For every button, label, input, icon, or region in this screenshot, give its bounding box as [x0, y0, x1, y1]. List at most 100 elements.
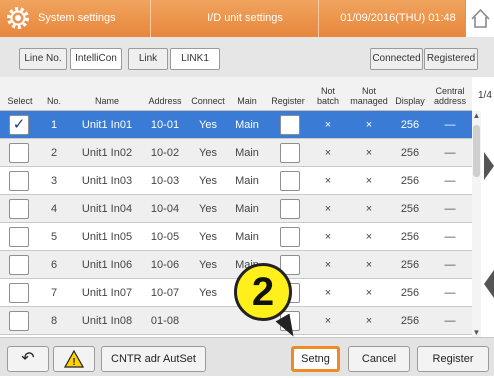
setng-button[interactable]: Setng: [291, 346, 340, 372]
gear-icon[interactable]: [6, 6, 30, 30]
scroll-up-icon[interactable]: ▲: [472, 111, 481, 120]
row-not-batch: ×: [324, 119, 332, 131]
header-not-batch-line2: batch: [316, 96, 340, 106]
row-name: Unit1 In03: [81, 175, 133, 187]
row-central-address: —: [444, 231, 456, 243]
cntr-adr-autset-button[interactable]: CNTR adr AutSet: [101, 346, 206, 372]
row-display: 256: [400, 287, 420, 299]
home-icon: [471, 8, 490, 28]
row-address: 10-02: [150, 147, 180, 159]
table-row[interactable]: 6 Unit1 In06 10-06 Yes Main × × 256 —: [0, 251, 472, 279]
warning-button[interactable]: !: [53, 346, 95, 372]
row-not-managed: ×: [365, 203, 373, 215]
select-checkbox[interactable]: [9, 227, 29, 247]
register-checkbox[interactable]: [280, 143, 300, 163]
row-address: 10-06: [150, 259, 180, 271]
table-row[interactable]: 3 Unit1 In03 10-03 Yes Main × × 256 —: [0, 167, 472, 195]
row-not-batch: ×: [324, 203, 332, 215]
title-bar: System settings I/D unit settings 01/09/…: [0, 0, 494, 37]
table-row[interactable]: 2 Unit1 In02 10-02 Yes Main × × 256 —: [0, 139, 472, 167]
row-not-batch: ×: [324, 287, 332, 299]
row-no: 2: [50, 147, 58, 159]
line-no-select[interactable]: IntelliCon: [70, 48, 122, 70]
cancel-button[interactable]: Cancel: [348, 346, 410, 372]
register-checkbox[interactable]: [280, 115, 300, 135]
row-central-address: —: [444, 315, 456, 327]
register-checkbox[interactable]: [280, 227, 300, 247]
header-address: Address: [148, 96, 182, 106]
row-not-batch: ×: [324, 147, 332, 159]
row-name: Unit1 In01: [81, 119, 133, 131]
row-address: 10-05: [150, 231, 180, 243]
row-display: 256: [400, 231, 420, 243]
registered-button[interactable]: Registered: [424, 48, 478, 70]
link-select[interactable]: LINK1: [170, 48, 220, 70]
row-display: 256: [400, 175, 420, 187]
row-name: Unit1 In07: [81, 287, 133, 299]
prev-page-arrow-icon[interactable]: [484, 270, 494, 298]
register-checkbox[interactable]: [280, 171, 300, 191]
row-no: 1: [50, 119, 58, 131]
table-row[interactable]: 8 Unit1 In08 01-08 × × 256 —: [0, 307, 472, 335]
row-not-batch: ×: [324, 315, 332, 327]
row-no: 6: [50, 259, 58, 271]
table-row[interactable]: 4 Unit1 In04 10-04 Yes Main × × 256 —: [0, 195, 472, 223]
line-no-label: Line No.: [19, 48, 67, 70]
row-central-address: —: [444, 203, 456, 215]
row-display: 256: [400, 203, 420, 215]
step-callout: 2: [234, 263, 292, 321]
table-scrollbar[interactable]: ▲ ▼: [472, 111, 481, 337]
row-connect: Yes: [199, 119, 217, 131]
title-divider: [318, 0, 319, 37]
title-divider: [150, 0, 151, 37]
row-not-batch: ×: [324, 175, 332, 187]
select-checkbox[interactable]: [9, 171, 29, 191]
row-connect: Yes: [199, 231, 217, 243]
select-checkbox[interactable]: [9, 199, 29, 219]
register-checkbox[interactable]: [280, 199, 300, 219]
row-central-address: —: [444, 119, 456, 131]
row-central-address: —: [444, 259, 456, 271]
warning-mark: !: [72, 357, 75, 368]
datetime: 01/09/2016(THU) 01:48: [340, 12, 456, 24]
table-row[interactable]: ✓ 1 Unit1 In01 10-01 Yes Main × × 256 —: [0, 111, 472, 139]
filter-bar: Line No. IntelliCon Link LINK1 Connected…: [0, 37, 494, 77]
next-page-arrow-icon[interactable]: [484, 152, 494, 180]
row-connect: Yes: [199, 147, 217, 159]
header-not-managed: Not managed: [346, 86, 392, 106]
back-button[interactable]: ↶: [7, 346, 49, 372]
row-no: 7: [50, 287, 58, 299]
row-display: 256: [400, 119, 420, 131]
header-no: No.: [46, 96, 61, 106]
header-main: Main: [237, 96, 257, 106]
link-label: Link: [128, 48, 168, 70]
row-not-managed: ×: [365, 147, 373, 159]
select-checkbox[interactable]: [9, 283, 29, 303]
row-not-managed: ×: [365, 315, 373, 327]
connected-button[interactable]: Connected: [370, 48, 423, 70]
row-no: 4: [50, 203, 58, 215]
screen-title: I/D unit settings: [207, 12, 283, 24]
header-central-address: Central address: [430, 86, 470, 106]
row-address: 10-07: [150, 287, 180, 299]
table-row[interactable]: 5 Unit1 In05 10-05 Yes Main × × 256 —: [0, 223, 472, 251]
row-no: 5: [50, 231, 58, 243]
row-address: 10-03: [150, 175, 180, 187]
row-address: 10-01: [150, 119, 180, 131]
select-checkbox[interactable]: [9, 311, 29, 331]
row-not-managed: ×: [365, 259, 373, 271]
row-connect: Yes: [199, 259, 217, 271]
scroll-down-icon[interactable]: ▼: [472, 328, 481, 337]
home-button[interactable]: [465, 0, 494, 37]
header-select: Select: [7, 96, 33, 106]
select-checkbox[interactable]: [9, 143, 29, 163]
scroll-thumb[interactable]: [473, 125, 480, 177]
row-main: Main: [235, 119, 259, 131]
header-connect: Connect: [191, 96, 225, 106]
select-checkbox[interactable]: ✓: [9, 115, 29, 135]
select-checkbox[interactable]: [9, 255, 29, 275]
row-not-managed: ×: [365, 119, 373, 131]
register-button[interactable]: Register: [417, 346, 489, 372]
back-icon: ↶: [21, 350, 35, 367]
header-not-managed-line2: managed: [350, 96, 388, 106]
